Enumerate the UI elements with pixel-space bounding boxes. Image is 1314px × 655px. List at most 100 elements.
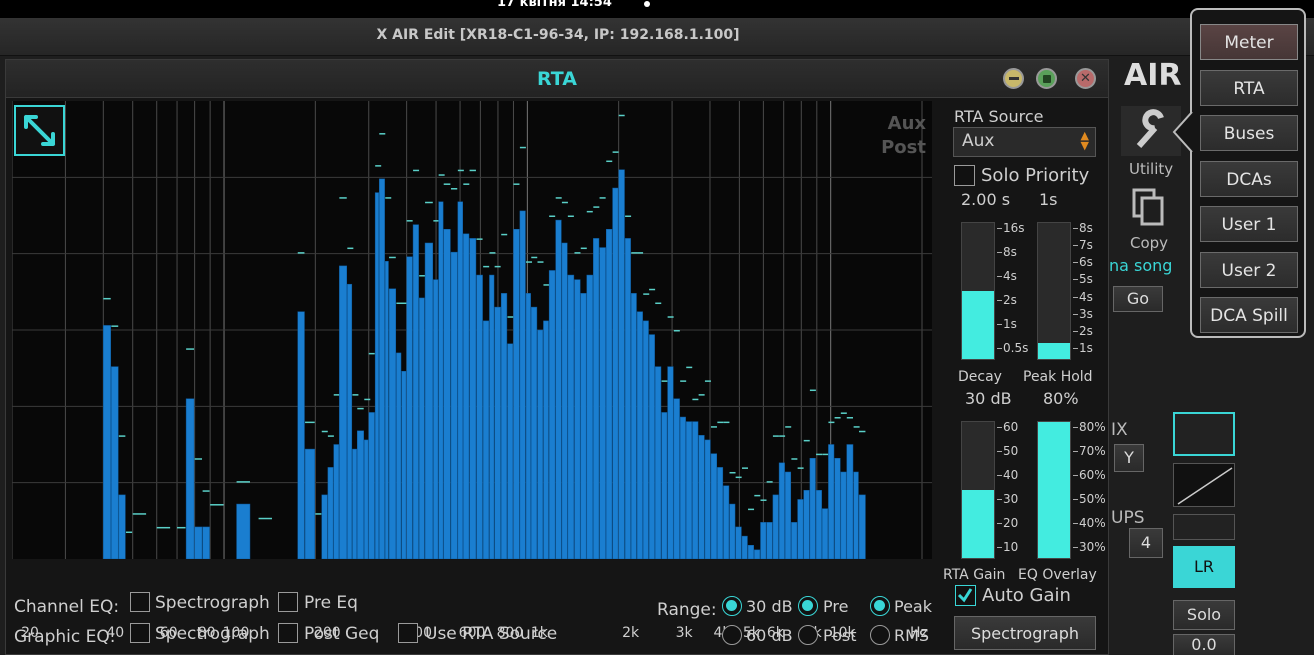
- menu-item-dcas[interactable]: DCAs: [1200, 160, 1298, 197]
- peak-hold-marker: [419, 275, 426, 277]
- pan-thumbnail[interactable]: [1173, 514, 1235, 540]
- gate-thumbnail[interactable]: [1173, 463, 1235, 507]
- post-radio[interactable]: [798, 625, 818, 645]
- position-tag: Post: [881, 137, 926, 158]
- use-rta-source-checkbox[interactable]: [398, 623, 418, 643]
- peak-hold-marker: [655, 302, 662, 305]
- graphic-eq-label: Graphic EQ:: [14, 627, 116, 647]
- peak-hold-marker: [661, 380, 668, 382]
- y-button[interactable]: Y: [1114, 444, 1144, 472]
- peak-hold-marker: [704, 380, 711, 382]
- peak-hold-marker: [103, 297, 111, 300]
- rta-plot[interactable]: Aux Post: [12, 101, 932, 559]
- menu-item-user-1[interactable]: User 1: [1200, 206, 1298, 242]
- rta-bar: [741, 535, 748, 559]
- rta-bar: [357, 430, 364, 559]
- pre-eq-checkbox[interactable]: [278, 592, 298, 612]
- rta-bar: [636, 311, 643, 559]
- scale-tick: [997, 499, 1002, 500]
- expand-icon[interactable]: [14, 105, 65, 156]
- rta-bar: [846, 444, 854, 559]
- scale-tick-label: 50: [1003, 444, 1019, 458]
- menu-item-meter[interactable]: Meter: [1200, 24, 1298, 60]
- scale-tick: [1073, 427, 1078, 428]
- rta-bar: [673, 398, 680, 559]
- solo-priority-checkbox[interactable]: [954, 165, 975, 186]
- peak-hold-marker: [321, 430, 328, 433]
- system-bar: 17 квітня 14:54: [0, 0, 1314, 18]
- menu-item-buses[interactable]: Buses: [1200, 115, 1298, 151]
- peak-hold-marker: [618, 114, 625, 117]
- rta-bar: [791, 522, 798, 559]
- range-label: Range:: [657, 600, 717, 620]
- go-button[interactable]: Go: [1113, 286, 1163, 312]
- auto-gain-checkbox[interactable]: [955, 585, 976, 606]
- rms-radio[interactable]: [870, 625, 890, 645]
- peak-hold-marker: [803, 439, 810, 442]
- peak-hold-marker: [779, 435, 786, 437]
- peak-hold-slider[interactable]: [1037, 222, 1071, 360]
- decay-slider[interactable]: [961, 222, 995, 360]
- window-titlebar[interactable]: X AIR Edit [XR18-C1-96-34, IP: 192.168.1…: [0, 18, 1314, 56]
- scale-tick: [997, 228, 1002, 229]
- peak-hold-marker: [625, 215, 632, 217]
- peak-hold-marker: [717, 421, 724, 424]
- rta-bar: [679, 416, 686, 559]
- rta-source-value: Aux: [962, 131, 995, 151]
- peak-hold-marker: [612, 151, 619, 153]
- rta-bar: [500, 293, 508, 559]
- peak-hold-marker: [156, 526, 171, 529]
- peak-hold-marker: [339, 197, 347, 199]
- graphic-spectrograph-checkbox[interactable]: [130, 623, 150, 643]
- peak-hold-marker: [735, 476, 742, 479]
- rta-bar: [412, 224, 419, 559]
- close-icon[interactable]: ✕: [1075, 68, 1096, 89]
- scale-tick-label: 60%: [1079, 468, 1106, 482]
- rta-chart: [12, 101, 932, 559]
- peak-hold-marker: [555, 197, 562, 199]
- rta-bar: [530, 306, 538, 559]
- lr-button[interactable]: LR: [1173, 546, 1235, 588]
- pre-radio[interactable]: [798, 596, 818, 616]
- rta-bar: [368, 412, 375, 559]
- menu-item-rta[interactable]: RTA: [1200, 69, 1298, 106]
- peak-hold-marker: [125, 531, 133, 534]
- rta-bar: [352, 448, 357, 559]
- minimize-icon[interactable]: [1003, 68, 1024, 89]
- peak-radio[interactable]: [870, 596, 890, 616]
- use-rta-source-label: Use RTA Source: [425, 624, 558, 644]
- menu-item-user-2[interactable]: User 2: [1200, 251, 1298, 288]
- peak-hold-marker: [741, 467, 748, 469]
- range-30db-radio[interactable]: [722, 596, 742, 616]
- channel-spectrograph-label: Spectrograph: [155, 593, 270, 613]
- peak-hold-marker: [389, 256, 396, 259]
- spectrograph-button[interactable]: Spectrograph: [954, 616, 1096, 650]
- scale-tick: [997, 252, 1002, 253]
- peak-hold-marker: [202, 490, 210, 492]
- peak-label: Peak: [894, 597, 932, 616]
- scale-tick: [997, 348, 1002, 349]
- rta-titlebar[interactable]: RTA ✕: [6, 60, 1108, 98]
- rta-bar: [561, 242, 568, 559]
- range-60db-radio[interactable]: [722, 625, 742, 645]
- post-geq-checkbox[interactable]: [278, 623, 298, 643]
- copy-icon[interactable]: [1126, 184, 1171, 232]
- rta-gain-slider[interactable]: [961, 421, 995, 559]
- group-4-button[interactable]: 4: [1129, 528, 1163, 558]
- pin-icon[interactable]: [1036, 68, 1057, 89]
- solo-button[interactable]: Solo: [1173, 600, 1235, 630]
- rta-source-select[interactable]: Aux ▲ ▼: [953, 127, 1096, 157]
- rta-bar: [661, 412, 668, 559]
- peak-hold-marker: [357, 407, 364, 410]
- eq-overlay-slider[interactable]: [1037, 421, 1071, 559]
- scale-tick-label: 20: [1003, 516, 1019, 530]
- channel-spectrograph-checkbox[interactable]: [130, 592, 150, 612]
- eq-thumbnail[interactable]: [1173, 412, 1235, 456]
- rta-bar: [374, 192, 379, 559]
- menu-item-dca-spill[interactable]: DCA Spill: [1200, 297, 1298, 333]
- post-label: Post: [823, 626, 857, 645]
- peak-hold-marker: [352, 394, 359, 396]
- rta-bar: [593, 238, 600, 559]
- rta-bar: [555, 219, 562, 559]
- freq-tick-label: 3k: [675, 625, 693, 641]
